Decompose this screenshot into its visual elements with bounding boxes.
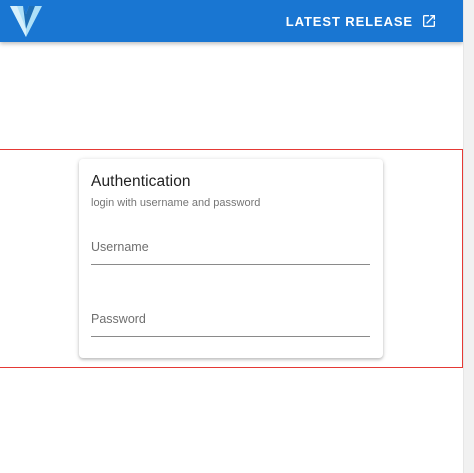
- username-input[interactable]: [91, 235, 370, 265]
- card-title: Authentication: [91, 173, 191, 190]
- card-subtitle: login with username and password: [91, 197, 261, 209]
- app-bar: LATEST RELEASE: [0, 0, 463, 42]
- vuetify-logo-icon[interactable]: [9, 4, 43, 38]
- vertical-scrollbar[interactable]: [463, 0, 474, 473]
- password-field: [91, 307, 370, 337]
- latest-release-button[interactable]: LATEST RELEASE: [286, 0, 437, 42]
- latest-release-label: LATEST RELEASE: [285, 13, 413, 29]
- authentication-card: Authentication login with username and p…: [79, 159, 383, 358]
- open-in-new-icon: [423, 15, 435, 27]
- password-input[interactable]: [91, 307, 370, 337]
- username-field: [91, 235, 370, 265]
